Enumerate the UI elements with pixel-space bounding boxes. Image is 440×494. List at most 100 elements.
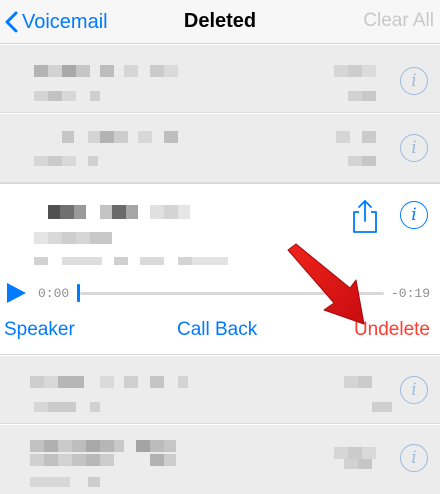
voicemail-row[interactable]: i (0, 45, 440, 113)
blurred-detail (76, 232, 90, 244)
blurred-detail (34, 91, 48, 101)
play-icon[interactable] (4, 281, 28, 305)
blurred-date (348, 447, 362, 459)
blurred-date (334, 65, 348, 77)
voicemail-row[interactable]: i (0, 356, 440, 424)
blurred-caller-name (164, 440, 176, 452)
blurred-caller-name (60, 205, 74, 219)
chevron-left-icon (5, 11, 18, 33)
blurred-date (358, 376, 372, 388)
blurred-caller-name (100, 131, 114, 143)
blurred-caller-name (138, 131, 152, 143)
blurred-caller-name (86, 454, 100, 466)
blurred-caller-name (62, 131, 74, 143)
info-icon[interactable]: i (400, 67, 428, 95)
blurred-caller-name (72, 454, 86, 466)
blurred-caller-name (126, 205, 138, 219)
blurred-date (334, 447, 348, 459)
speaker-button[interactable]: Speaker (4, 319, 75, 341)
blurred-meta (62, 257, 102, 265)
blurred-detail (48, 91, 62, 101)
blurred-caller-name (58, 376, 84, 388)
blurred-caller-name (30, 440, 44, 452)
blurred-detail (90, 91, 100, 101)
call-back-button[interactable]: Call Back (177, 319, 257, 341)
blurred-caller-name (100, 440, 114, 452)
blurred-caller-name (48, 65, 62, 77)
info-icon[interactable]: i (400, 201, 428, 229)
share-icon[interactable] (350, 198, 380, 234)
clear-all-button[interactable]: Clear All (363, 10, 434, 32)
blurred-duration (372, 402, 392, 412)
blurred-caller-name (72, 440, 86, 452)
blurred-caller-name (100, 205, 112, 219)
voicemail-row[interactable]: i (0, 425, 440, 494)
blurred-caller-name (44, 376, 58, 388)
blurred-caller-name (150, 440, 164, 452)
blurred-meta (192, 257, 228, 265)
blurred-date (336, 131, 350, 143)
info-icon[interactable]: i (400, 376, 428, 404)
blurred-detail (90, 232, 112, 244)
blurred-detail (90, 402, 100, 412)
blurred-caller-name (30, 376, 44, 388)
blurred-caller-name (178, 205, 190, 219)
blurred-caller-name (114, 131, 128, 143)
blurred-caller-name (112, 205, 126, 219)
blurred-caller-name (164, 65, 178, 77)
blurred-caller-name (34, 65, 48, 77)
back-label: Voicemail (22, 10, 108, 33)
nav-bar: Voicemail Deleted Clear All (0, 0, 440, 44)
blurred-caller-name (30, 454, 44, 466)
blurred-caller-name (178, 376, 188, 388)
blurred-detail (62, 232, 76, 244)
blurred-duration (362, 156, 376, 166)
blurred-caller-name (44, 440, 58, 452)
blurred-meta (178, 257, 192, 265)
blurred-detail (48, 156, 62, 166)
scrubber-handle[interactable] (77, 284, 80, 302)
blurred-caller-name (150, 376, 164, 388)
blurred-caller-name (164, 131, 178, 143)
blurred-caller-name (100, 376, 114, 388)
blurred-detail (30, 477, 70, 487)
blurred-caller-name (164, 454, 176, 466)
blurred-caller-name (62, 65, 76, 77)
blurred-detail (34, 232, 48, 244)
blurred-caller-name (114, 440, 124, 452)
blurred-duration (348, 91, 362, 101)
blurred-detail (62, 156, 76, 166)
voicemail-row[interactable]: i (0, 114, 440, 183)
blurred-date (362, 65, 376, 77)
blurred-meta (114, 257, 128, 265)
blurred-duration (344, 459, 358, 469)
blurred-caller-name (124, 376, 138, 388)
blurred-caller-name (100, 454, 114, 466)
blurred-detail (88, 156, 98, 166)
blurred-caller-name (100, 65, 114, 77)
playback-scrubber[interactable] (80, 292, 384, 295)
blurred-caller-name (58, 440, 72, 452)
elapsed-time: 0:00 (38, 286, 70, 301)
blurred-detail (48, 402, 76, 412)
blurred-meta (34, 257, 48, 265)
remaining-time: -0:19 (390, 286, 430, 301)
back-button[interactable]: Voicemail (4, 6, 108, 38)
blurred-caller-name (58, 454, 72, 466)
undelete-button[interactable]: Undelete (354, 319, 430, 341)
blurred-detail (34, 402, 48, 412)
blurred-detail (48, 232, 62, 244)
blurred-detail (62, 91, 76, 101)
blurred-date (362, 131, 376, 143)
blurred-caller-name (150, 205, 164, 219)
info-icon[interactable]: i (400, 444, 428, 472)
blurred-caller-name (48, 205, 60, 219)
blurred-caller-name (150, 454, 164, 466)
blurred-caller-name (86, 440, 100, 452)
blurred-caller-name (136, 440, 150, 452)
blurred-detail (34, 156, 48, 166)
blurred-duration (348, 156, 362, 166)
blurred-date (362, 447, 376, 459)
blurred-caller-name (124, 65, 138, 77)
info-icon[interactable]: i (400, 134, 428, 162)
